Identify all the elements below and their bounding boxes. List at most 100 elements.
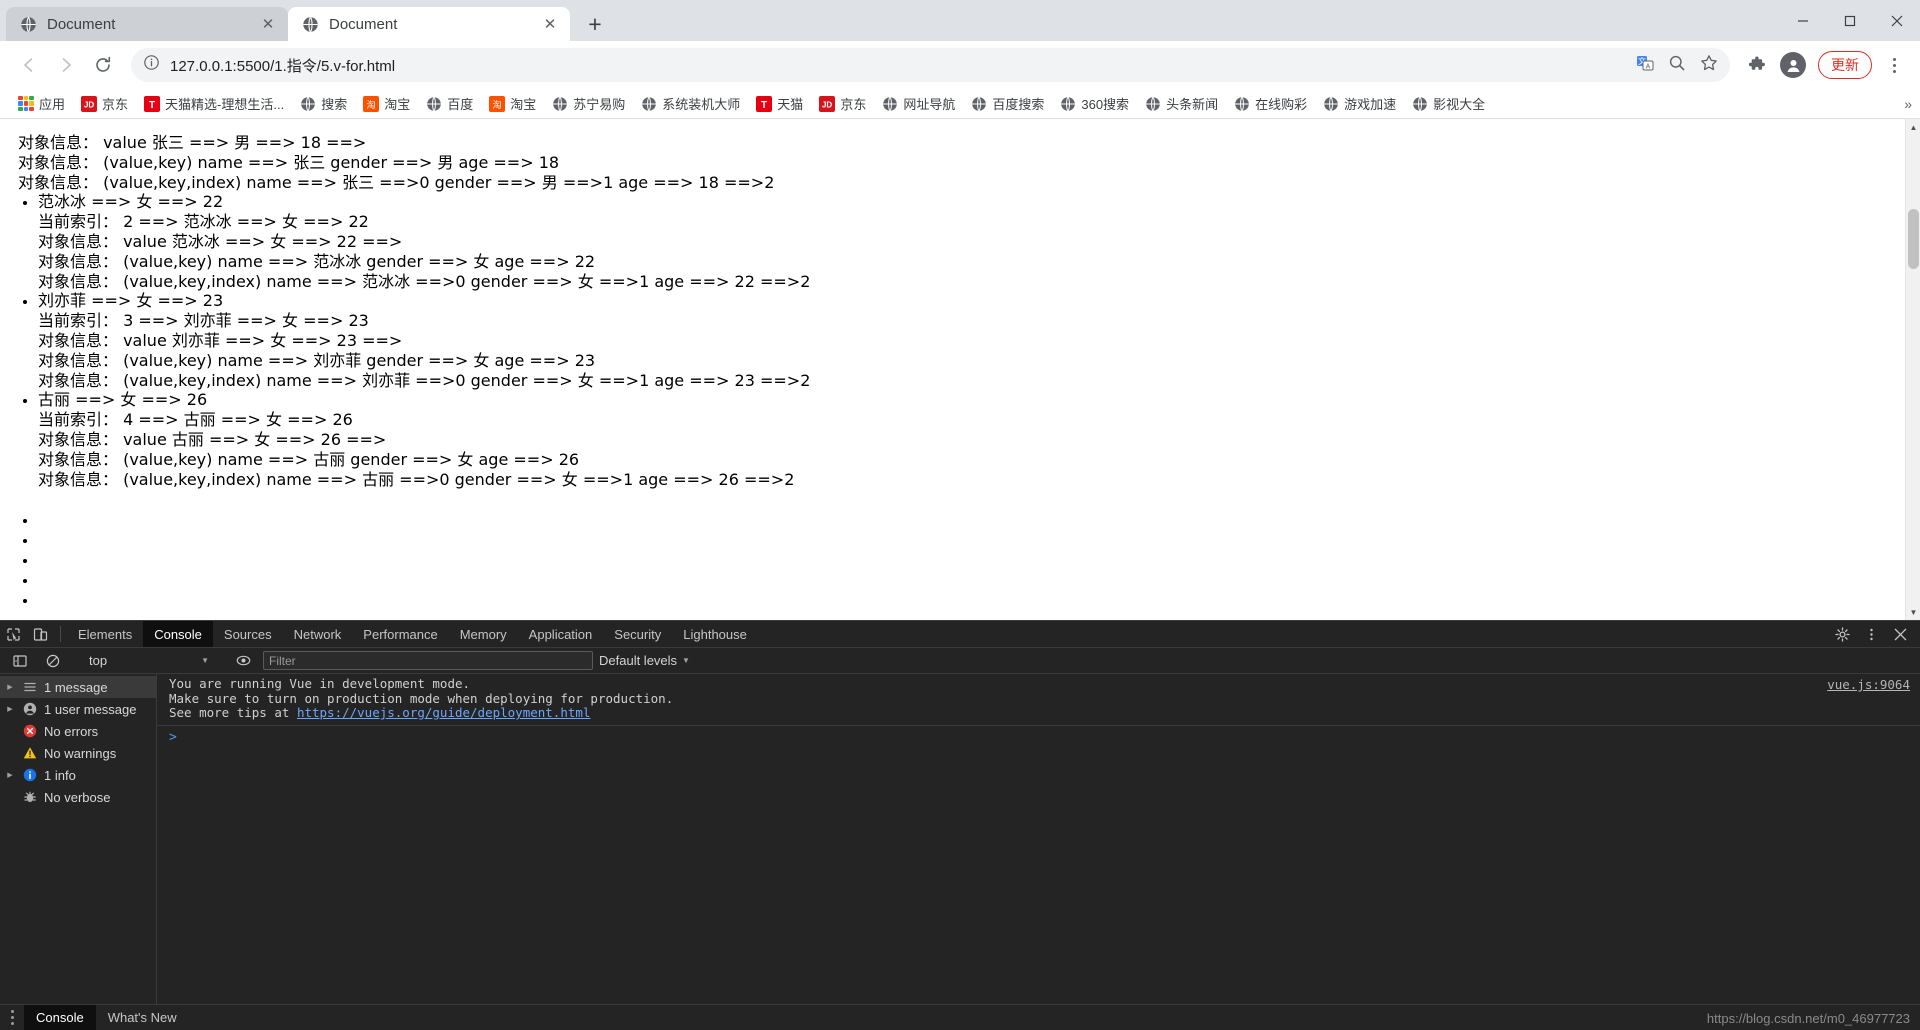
devtools-tab-console[interactable]: Console (143, 621, 213, 647)
bookmark-game-accel[interactable]: 游戏加速 (1315, 92, 1404, 116)
account-icon[interactable] (1778, 50, 1808, 80)
chevron-right-icon[interactable]: ▶ (4, 705, 16, 713)
translate-icon[interactable]: 文 A (1636, 54, 1654, 77)
bookmark-lottery[interactable]: 在线购彩 (1226, 92, 1315, 116)
new-tab-button[interactable]: + (578, 7, 612, 41)
bookmark-nav[interactable]: 网址导航 (874, 92, 963, 116)
console-input-prompt[interactable]: > (157, 726, 1920, 749)
back-button[interactable] (12, 49, 45, 82)
info-icon (22, 767, 38, 783)
devtools-tab-elements[interactable]: Elements (67, 621, 143, 647)
devtools-tab-performance[interactable]: Performance (352, 621, 448, 647)
devtools-tab-network[interactable]: Network (283, 621, 353, 647)
object-key-line: 对象信息： (value,key) name ==> 张三 gender ==>… (18, 152, 560, 172)
message-source-link[interactable]: vue.js:9064 (1827, 677, 1910, 692)
bookmarks-overflow-button[interactable]: » (1904, 96, 1912, 112)
sidebar-item-user-messages[interactable]: ▶ 1 user message (0, 698, 156, 720)
drawer-tab-console[interactable]: Console (24, 1005, 96, 1030)
sidebar-item-errors[interactable]: No errors (0, 720, 156, 742)
bookmark-apps[interactable]: 应用 (10, 92, 73, 116)
globe-icon (1235, 96, 1249, 111)
scroll-down-arrow[interactable]: ▼ (1906, 604, 1920, 620)
bookmark-label: 影视大全 (1433, 97, 1486, 112)
bookmark-label: 百度 (447, 97, 474, 112)
bookmark-label: 系统装机大师 (662, 97, 741, 112)
context-label: top (89, 653, 108, 668)
close-icon[interactable]: ✕ (258, 14, 278, 34)
browser-tab-1[interactable]: Document ✕ (6, 7, 288, 41)
object-key-line: 对象信息： (value,key) name ==> 古丽 gender ==>… (38, 449, 580, 469)
bookmark-system-tool[interactable]: 系统装机大师 (633, 92, 748, 116)
empty-output-list (0, 511, 1920, 610)
bookmark-tmall-2[interactable]: T 天猫 (748, 92, 811, 116)
bookmark-jd-1[interactable]: JD 京东 (73, 92, 136, 116)
devtools-tab-lighthouse[interactable]: Lighthouse (672, 621, 758, 647)
update-button[interactable]: 更新 (1818, 51, 1872, 79)
bookmark-tmall-1[interactable]: T 天猫精选-理想生活... (136, 92, 292, 116)
star-icon[interactable] (1700, 54, 1718, 77)
kebab-menu-icon[interactable] (1858, 627, 1885, 642)
list-item-partial: 对象信息： value 张三 ==> 男 ==> 18 ==> 对象信息： (v… (18, 121, 1920, 192)
minimize-button[interactable] (1779, 0, 1826, 41)
close-icon[interactable] (1887, 628, 1914, 641)
bookmark-suning[interactable]: 苏宁易购 (544, 92, 633, 116)
device-toolbar-icon[interactable] (27, 621, 54, 647)
globe-icon (553, 96, 568, 111)
devtools-drawer: Console What's New https://blog.csdn.net… (0, 1004, 1920, 1030)
console-message[interactable]: You are running Vue in development mode.… (157, 674, 1920, 726)
scroll-up-arrow[interactable]: ▲ (1906, 119, 1920, 135)
devtools-panel: Elements Console Sources Network Perform… (0, 620, 1920, 1030)
bookmark-baidu-search[interactable]: 百度搜索 (963, 92, 1052, 116)
address-bar[interactable]: 127.0.0.1:5500/1.指令/5.v-for.html 文 A (131, 48, 1730, 82)
sidebar-item-warnings[interactable]: No warnings (0, 742, 156, 764)
tab-title: Document (47, 15, 116, 33)
filter-input[interactable]: Filter (263, 651, 593, 670)
sidebar-item-info[interactable]: ▶ 1 info (0, 764, 156, 786)
svg-text:T: T (761, 100, 767, 111)
close-icon[interactable]: ✕ (540, 14, 560, 34)
bookmark-360-search[interactable]: 360搜索 (1052, 92, 1137, 116)
close-button[interactable] (1873, 0, 1920, 41)
forward-button[interactable] (49, 49, 82, 82)
devtools-tab-application[interactable]: Application (518, 621, 604, 647)
reload-button[interactable] (86, 49, 119, 82)
sidebar-item-messages[interactable]: ▶ 1 message (0, 676, 156, 698)
info-circle-icon[interactable] (143, 54, 160, 76)
drawer-tab-whats-new[interactable]: What's New (96, 1005, 189, 1030)
magnifier-icon[interactable] (1668, 54, 1686, 77)
maximize-button[interactable] (1826, 0, 1873, 41)
bullet-line: 范冰冰 ==> 女 ==> 22 (38, 192, 224, 212)
bookmark-taobao-2[interactable]: 淘 淘宝 (481, 92, 544, 116)
bookmark-movies[interactable]: 影视大全 (1404, 92, 1493, 116)
bookmark-search[interactable]: 搜索 (292, 92, 355, 116)
scrollbar-thumb[interactable] (1908, 209, 1919, 269)
bookmark-taobao-1[interactable]: 淘 淘宝 (355, 92, 418, 116)
chevron-down-icon: ▼ (201, 656, 209, 665)
globe-icon (883, 96, 898, 111)
devtools-tab-sources[interactable]: Sources (213, 621, 283, 647)
svg-text:JD: JD (822, 100, 832, 109)
puzzle-icon[interactable] (1742, 50, 1772, 80)
console-sidebar-icon[interactable] (6, 654, 33, 668)
chevron-right-icon[interactable]: ▶ (4, 683, 16, 691)
kebab-menu-icon[interactable] (1880, 57, 1908, 73)
sidebar-item-verbose[interactable]: No verbose (0, 786, 156, 808)
browser-tab-2[interactable]: Document ✕ (288, 7, 570, 41)
chevron-right-icon[interactable]: ▶ (4, 771, 16, 779)
log-levels-select[interactable]: Default levels ▼ (599, 653, 690, 668)
inspect-cursor-icon[interactable] (0, 621, 27, 647)
drawer-menu-icon[interactable] (0, 1005, 24, 1030)
devtools-tab-memory[interactable]: Memory (449, 621, 518, 647)
page-scrollbar[interactable]: ▲ ▼ (1905, 119, 1920, 620)
bookmark-label: 网址导航 (903, 97, 956, 112)
deployment-guide-link[interactable]: https://vuejs.org/guide/deployment.html (297, 705, 591, 720)
bookmark-baidu[interactable]: 百度 (418, 92, 481, 116)
bookmark-jd-2[interactable]: JD 京东 (811, 92, 874, 116)
gear-icon[interactable] (1829, 627, 1856, 642)
live-expression-icon[interactable] (230, 653, 257, 668)
devtools-tab-security[interactable]: Security (603, 621, 672, 647)
bookmark-toutiao[interactable]: 头条新闻 (1137, 92, 1226, 116)
clear-console-icon[interactable] (39, 654, 66, 668)
execution-context-select[interactable]: top ▼ (83, 651, 213, 671)
chevron-down-icon: ▼ (682, 656, 690, 665)
